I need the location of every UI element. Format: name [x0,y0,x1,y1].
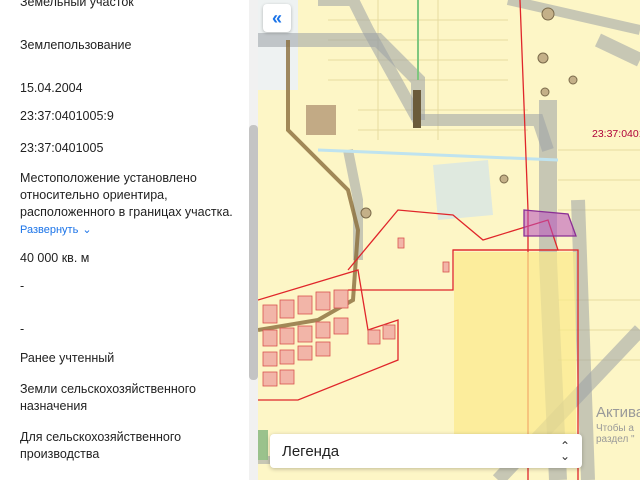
map-view[interactable]: Актива Чтобы а раздел " [258,0,640,480]
green-parcel [258,430,268,460]
scroll-thumb[interactable] [249,125,258,380]
chevron-down-icon: ⌄ [82,224,92,236]
selected-parcel[interactable] [523,209,577,237]
expand-label: Развернуть [20,224,79,236]
watermark-line2: раздел " [596,434,635,445]
empty-value-1: - [20,279,25,293]
watermark-title: Актива [596,404,640,421]
up-down-chevron-icon: ⌃ ⌄ [559,439,570,463]
double-chevron-left-icon: « [271,7,282,28]
land-category-value: Земли сельскохозяйственного назначения [20,382,196,413]
info-panel: Земельный участок Землепользование 15.04… [0,0,260,480]
collapse-panel-button[interactable]: « [263,4,291,32]
category-value: Землепользование [20,38,132,52]
structure [413,90,421,128]
status-value: Ранее учтенный [20,351,115,365]
date-value: 15.04.2004 [20,81,83,95]
brown-parcel [306,105,336,135]
cadastral-number-value: 23:37:0401005:9 [20,109,114,123]
expand-link[interactable]: Развернуть ⌄ [20,222,245,239]
location-value: Местоположение установлено относительно … [20,171,233,219]
object-type-value: Земельный участок [20,0,134,9]
legend-label: Легенда [282,442,340,460]
panel-scrollbar[interactable] [249,0,258,480]
map-canvas[interactable] [258,0,640,480]
map-cadastral-label: 23:37:0401 [592,128,640,140]
empty-value-2: - [20,322,25,336]
cadastral-quarter-value: 23:37:0401005 [20,141,104,155]
permitted-use-value: Для сельскохозяйственного производства [20,430,182,461]
activation-watermark: Актива Чтобы а раздел " [596,404,640,445]
legend-dropdown[interactable]: Легенда ⌃ ⌄ [270,434,582,468]
green-area [433,160,493,220]
watermark-line1: Чтобы а [596,423,634,434]
yellow-parcel [454,252,576,452]
area-value: 40 000 кв. м [20,251,90,265]
roads [258,0,640,480]
